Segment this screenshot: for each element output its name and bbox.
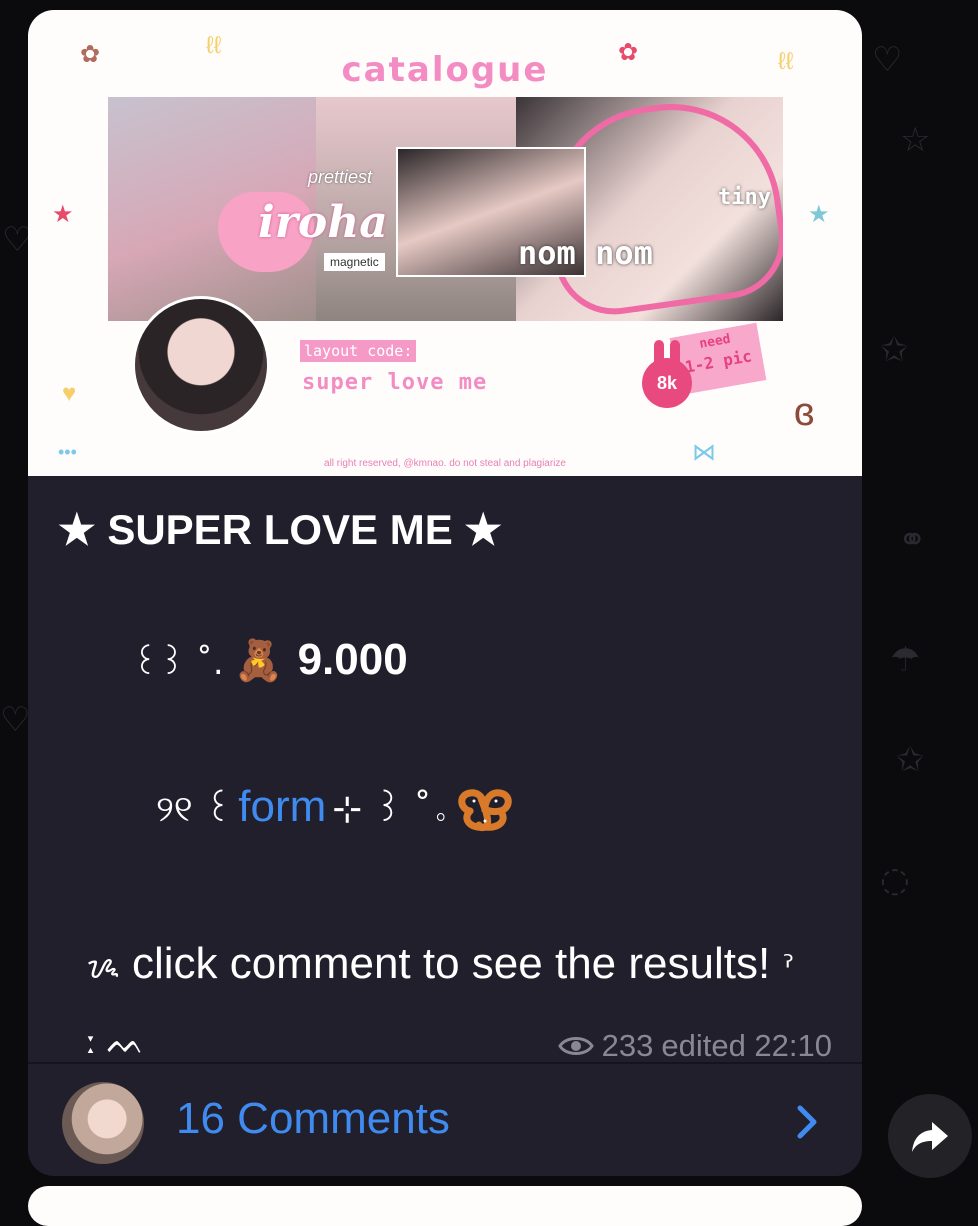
- need-text: need: [698, 331, 732, 352]
- magnetic-tag: magnetic: [324, 253, 385, 271]
- heart-sticker-icon: ♥: [62, 380, 77, 407]
- profile-avatar-preview: [132, 296, 270, 434]
- click-comment-text: click comment to see the results!: [131, 939, 771, 988]
- star-sticker-icon: ★: [52, 201, 74, 228]
- next-message-bubble: [28, 1186, 862, 1226]
- flower-doodle-icon: ✿: [618, 39, 639, 66]
- decor-glyph: ᝰ: [86, 948, 120, 986]
- banner-title: catalogue: [341, 50, 549, 90]
- layout-code-value: super love me: [302, 370, 488, 395]
- teddy-bear-icon: 🧸: [233, 638, 284, 684]
- decor-glyph: ⊹ ꒱ ˚｡: [332, 789, 446, 830]
- form-link[interactable]: form: [238, 782, 326, 831]
- flower-doodle-icon: ✿: [80, 41, 101, 68]
- heart-doodle-icon: ♡: [872, 40, 903, 80]
- price-value: 9.000: [297, 635, 408, 684]
- edited-time: edited 22:10: [661, 1028, 832, 1063]
- star-sticker-icon: ★: [808, 201, 830, 228]
- decor-glyph: ୨୧ ꒰: [156, 789, 233, 830]
- squiggle-doodle-icon: ℓℓ: [206, 32, 222, 59]
- nom-nom-label: nom nom: [518, 234, 653, 272]
- copyright-note: all right reserved, @kmnao. do not steal…: [324, 458, 566, 469]
- layout-code-label: layout code:: [300, 340, 417, 362]
- form-line: ୨୧ ꒰ form ⊹ ꒱ ˚｡: [156, 782, 514, 833]
- star-doodle-icon: ✩: [880, 330, 909, 370]
- squiggle-doodle-icon: ℓℓ: [778, 48, 794, 75]
- name-label: iroha: [258, 197, 388, 248]
- jellyfish-doodle-icon: ☂: [890, 640, 921, 680]
- heart-doodle-icon: ♡: [0, 700, 31, 740]
- eye-icon: [557, 1037, 594, 1055]
- catalogue-banner-image: catalogue ✿ ℓℓ ✿ ℓℓ ★ ★ ♥ ɞ ••• ⋈ pretti…: [28, 10, 862, 476]
- pretzel-icon: [456, 785, 514, 833]
- decor-glyph: ꒰꒱ ˚.: [132, 643, 224, 683]
- view-count: 233: [601, 1028, 654, 1063]
- bone-doodle-icon: ⚭: [898, 520, 927, 560]
- post-meta: 233 edited 22:10: [557, 1028, 832, 1064]
- share-arrow-icon: [912, 1122, 948, 1152]
- post-title: ★ SUPER LOVE ME ★: [58, 506, 503, 553]
- comments-count-label: 16 Comments: [176, 1094, 450, 1143]
- price-line: ꒰꒱ ˚. 🧸 9.000: [132, 635, 408, 685]
- swirl-doodle-icon: ɞ: [794, 390, 815, 434]
- channel-post-bubble: catalogue ✿ ℓℓ ✿ ℓℓ ★ ★ ♥ ɞ ••• ⋈ pretti…: [28, 10, 862, 1176]
- commenter-avatar: [62, 1082, 144, 1164]
- share-button[interactable]: [888, 1094, 972, 1178]
- circle-doodle-icon: ◌: [880, 860, 910, 900]
- star-doodle-icon: ✩: [896, 740, 925, 780]
- photo-collage: prettiest iroha magnetic nom nom tiny: [108, 97, 783, 321]
- prettiest-label: prettiest: [308, 167, 373, 187]
- chevron-right-icon: [797, 1105, 817, 1139]
- star-doodle-icon: ☆: [900, 120, 931, 160]
- bunny-8k-badge: 8k: [642, 340, 692, 408]
- comments-button[interactable]: 16 Comments: [28, 1064, 862, 1176]
- tiny-label: tiny: [718, 185, 771, 210]
